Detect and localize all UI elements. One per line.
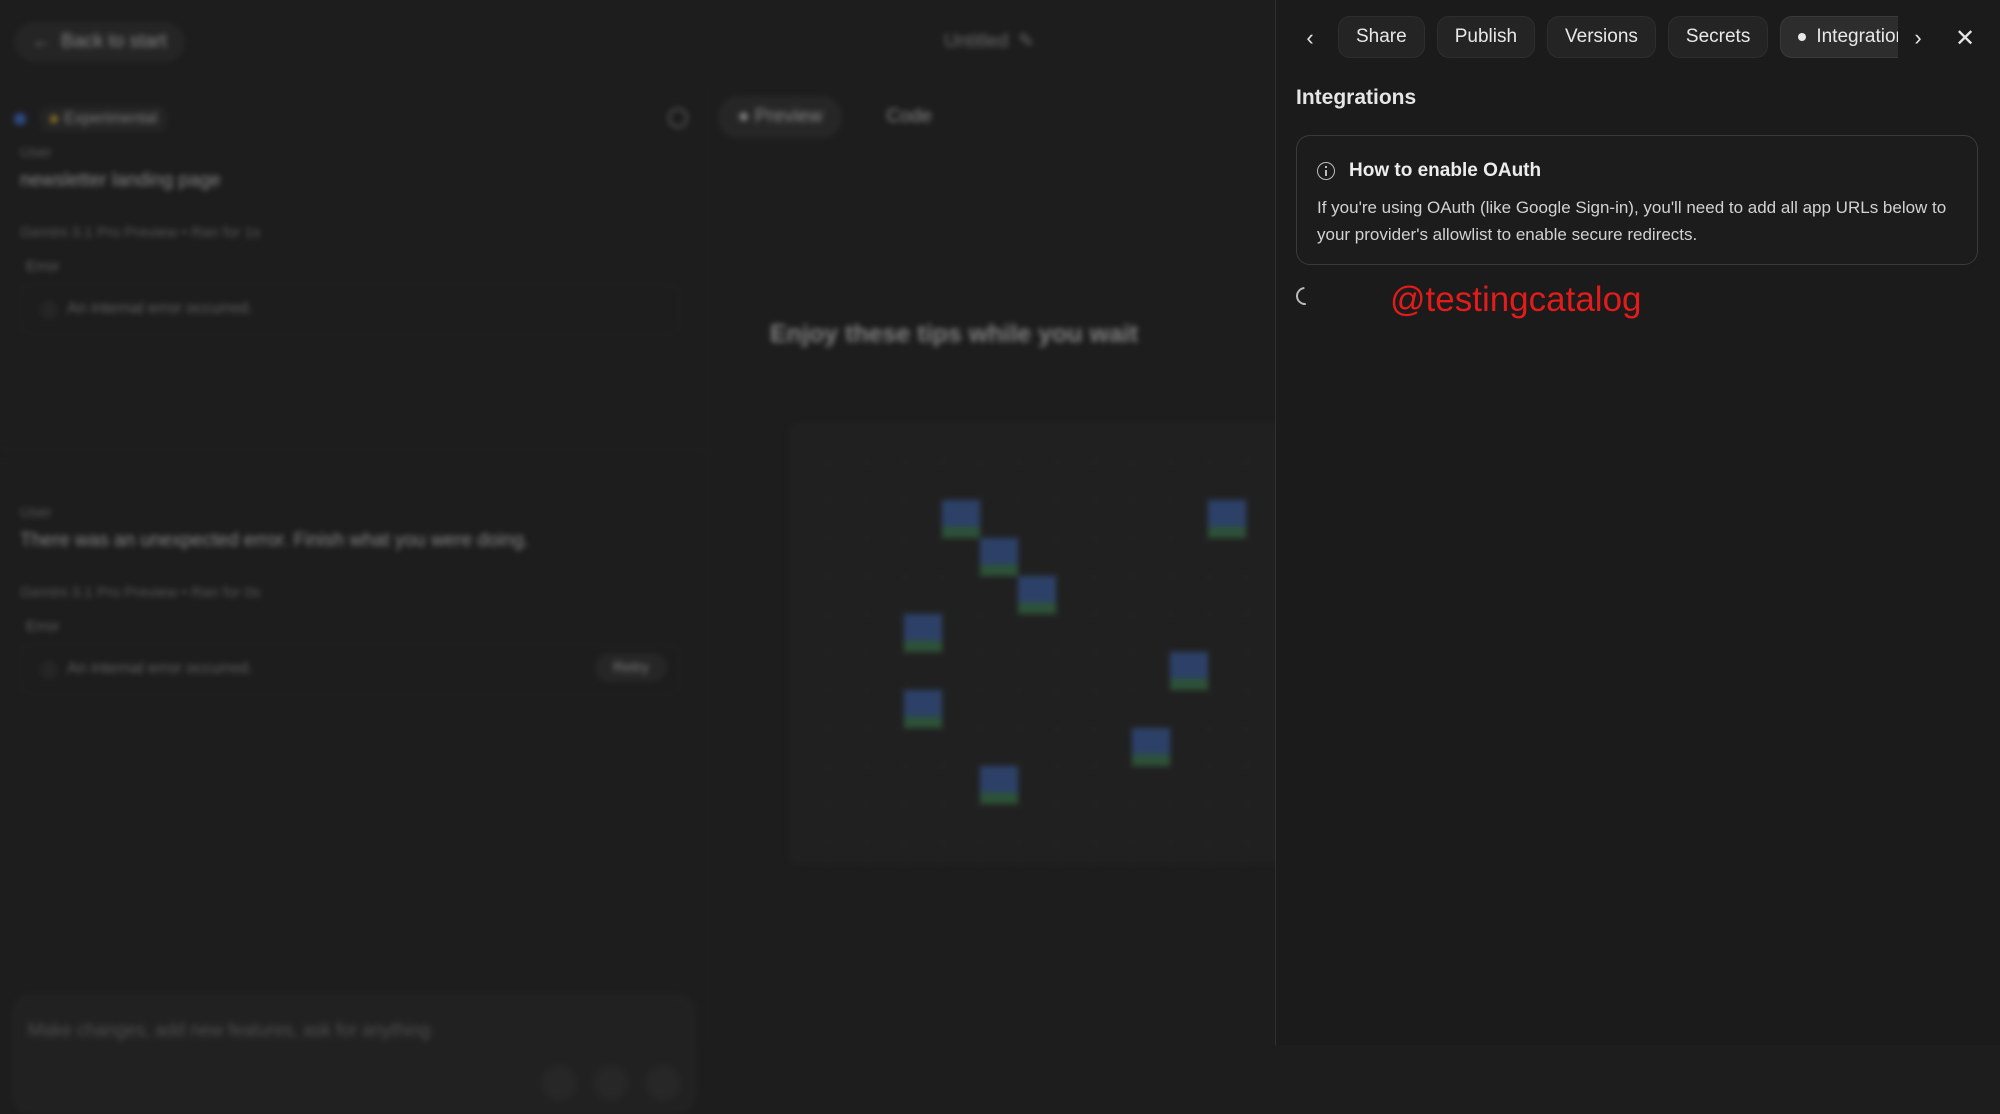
drawer-title: Integrations (1296, 86, 1417, 109)
board-tile (904, 614, 942, 652)
model-dot-icon (14, 113, 26, 125)
background-app: ← Back to start Untitled ✎ Experimental … (0, 0, 1310, 1114)
info-card-header: How to enable OAuth (1317, 160, 1541, 182)
tab-versions[interactable]: Versions (1547, 16, 1656, 58)
run-meta: Gemini 3.1 Pro Preview • Ran for 0s (20, 584, 261, 601)
composer-placeholder: Make changes, add new features, ask for … (28, 1020, 431, 1040)
preview-pane: ● Preview Code Enjoy these tips while yo… (708, 84, 1310, 1045)
error-text: An internal error occurred. (67, 660, 253, 677)
add-icon[interactable] (594, 1066, 628, 1100)
board-tile (1208, 500, 1246, 538)
view-tabs: ● Preview Code (718, 96, 952, 138)
active-dot-icon (1798, 33, 1807, 41)
pencil-icon: ✎ (1018, 31, 1035, 52)
drawer-tab-bar: ‹ Share Publish Versions Secrets Integra… (1276, 14, 2000, 60)
loading-spinner-icon (1292, 283, 1318, 309)
info-card-body: If you're using OAuth (like Google Sign-… (1317, 198, 1947, 244)
error-label: Error (26, 618, 60, 635)
arrow-left-icon: ← (32, 31, 51, 52)
retry-button[interactable]: Retry (595, 653, 667, 682)
tab-preview[interactable]: ● Preview (718, 96, 843, 138)
composer-actions (542, 1066, 680, 1100)
send-icon[interactable] (646, 1066, 680, 1100)
top-bar: ← Back to start Untitled ✎ (0, 0, 1275, 84)
board-tile (1018, 576, 1056, 614)
error-box: ⓘ An internal error occurred. (20, 284, 680, 334)
game-board (790, 424, 1310, 864)
board-tile (980, 766, 1018, 804)
error-text: An internal error occurred. (67, 300, 253, 317)
error-label: Error (26, 258, 60, 275)
experimental-dot-icon (50, 115, 58, 123)
board-tile (942, 500, 980, 538)
error-box: ⓘ An internal error occurred. Retry (20, 644, 680, 694)
tab-preview-label: Preview (754, 106, 823, 127)
run-meta: Gemini 3.1 Pro Preview • Ran for 1s (20, 224, 261, 241)
message-role: User (20, 144, 52, 161)
tab-share[interactable]: Share (1338, 16, 1425, 58)
document-title-text: Untitled (944, 30, 1009, 52)
board-tile (980, 538, 1018, 576)
chevron-right-icon[interactable]: › (1898, 18, 1938, 58)
message-text: There was an unexpected error. Finish wh… (20, 530, 530, 551)
back-to-start-button[interactable]: ← Back to start (14, 22, 185, 62)
tab-integrations[interactable]: Integrations (1780, 16, 1898, 58)
tab-label: Versions (1565, 26, 1638, 47)
experimental-chip: Experimental (40, 106, 168, 132)
message-role: User (20, 504, 52, 521)
tab-label: Publish (1454, 26, 1518, 47)
tab-publish[interactable]: Publish (1436, 16, 1536, 58)
drawer-tab-strip: Share Publish Versions Secrets Integrati… (1338, 16, 1898, 60)
oauth-info-card: How to enable OAuth If you're using OAut… (1296, 135, 1978, 265)
board-tile (1132, 728, 1170, 766)
tips-heading: Enjoy these tips while you wait (770, 320, 1139, 348)
back-button-label: Back to start (61, 31, 167, 52)
tab-secrets[interactable]: Secrets (1667, 16, 1769, 58)
settings-icon[interactable] (668, 108, 688, 128)
info-icon (1317, 162, 1335, 180)
close-icon[interactable]: ✕ (1945, 18, 1985, 58)
board-tile (904, 690, 942, 728)
error-icon: ⓘ (41, 663, 58, 680)
tab-label: Secrets (1685, 26, 1751, 47)
chat-pane: Experimental User newsletter landing pag… (0, 84, 709, 1114)
message-text: newsletter landing page (20, 170, 221, 191)
error-icon: ⓘ (41, 303, 58, 320)
info-card-title: How to enable OAuth (1349, 160, 1542, 181)
board-tile (1170, 652, 1208, 690)
tab-label: Share (1356, 26, 1407, 47)
tab-code[interactable]: Code (866, 96, 951, 138)
divider (0, 450, 708, 451)
tab-label: Integrations (1816, 26, 1898, 47)
model-row: Experimental (14, 106, 168, 132)
mic-icon[interactable] (542, 1066, 576, 1100)
experimental-label: Experimental (64, 110, 158, 127)
document-title[interactable]: Untitled ✎ (944, 30, 1034, 53)
integrations-drawer: ‹ Share Publish Versions Secrets Integra… (1275, 0, 2000, 1045)
watermark: @testingcatalog (1390, 280, 1642, 319)
composer[interactable]: Make changes, add new features, ask for … (12, 994, 696, 1114)
chevron-left-icon[interactable]: ‹ (1290, 18, 1330, 58)
